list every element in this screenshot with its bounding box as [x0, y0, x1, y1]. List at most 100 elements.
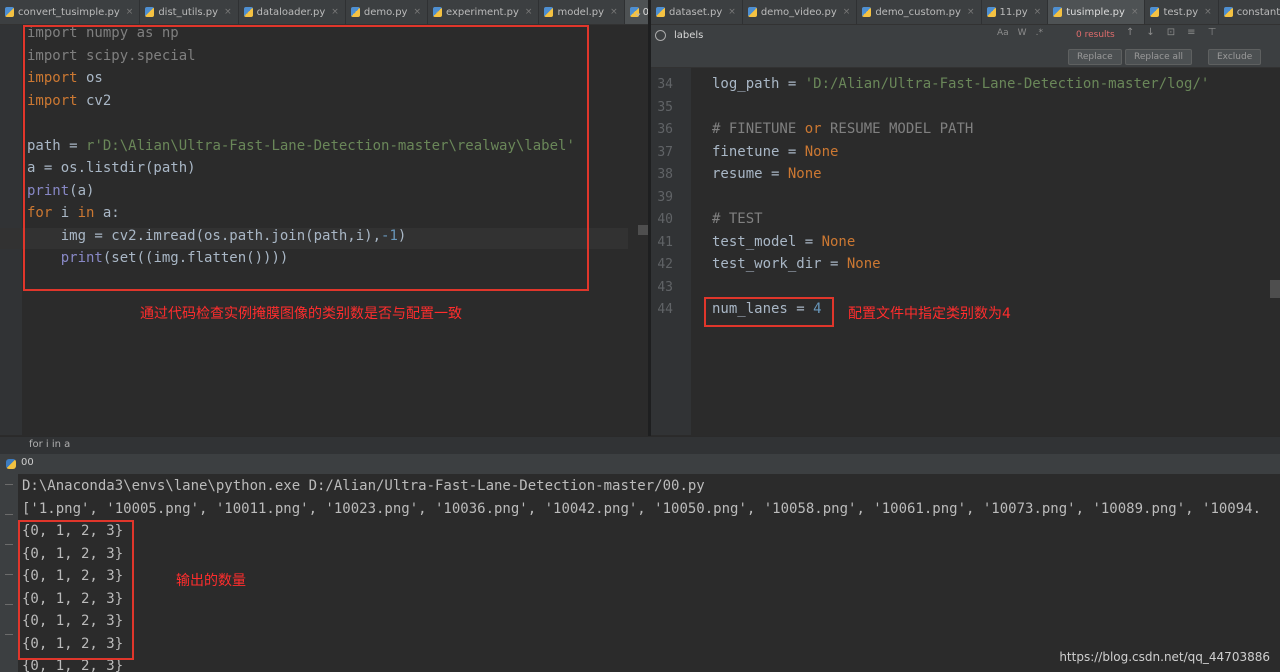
right-editor[interactable]: labels Aa W .* 0 results ↑ ↓ ⊡ ≡ ⊤ Replace Rep…	[651, 25, 1280, 435]
console-line: ['1.png', '10005.png', '10011.png', '100…	[22, 500, 1262, 517]
code-token: None	[804, 143, 839, 160]
tab-dataset-py[interactable]: dataset.py ×	[651, 0, 743, 24]
tab-test-py[interactable]: test.py ×	[1145, 0, 1219, 24]
python-file-icon	[5, 7, 14, 17]
code-token: RESUME MODEL PATH	[821, 121, 974, 137]
python-file-icon	[544, 7, 554, 17]
left-tab-bar: convert_tusimple.py × dist_utils.py × datalo…	[0, 0, 648, 25]
line-number: 44	[657, 302, 673, 317]
python-file-icon	[986, 7, 996, 17]
tab-label: test.py	[1163, 6, 1199, 18]
code-token: test_work_dir =	[712, 256, 847, 272]
run-toolbar	[0, 474, 18, 672]
find-input[interactable]: labels	[651, 25, 1047, 45]
left-editor[interactable]: import numpy as np import scipy.special im…	[0, 25, 648, 435]
toolbar-icon[interactable]	[5, 544, 13, 545]
tab-label: dataset.py	[669, 6, 723, 18]
close-icon[interactable]: ×	[610, 7, 618, 17]
find-option[interactable]: .*	[1036, 28, 1043, 38]
code-token: # TEST	[712, 211, 763, 227]
num-lanes-highlight-box	[704, 297, 834, 327]
line-number: 40	[657, 212, 673, 227]
run-tab-00[interactable]: 00	[21, 457, 34, 468]
python-file-icon	[747, 7, 757, 17]
tab-demo_video-py[interactable]: demo_video.py ×	[743, 0, 858, 24]
tab-list-chevron-icon[interactable]: ⌄	[628, 0, 648, 24]
code-token: # FINETUNE	[712, 121, 805, 137]
line-number: 34	[657, 77, 673, 92]
python-file-icon	[350, 7, 360, 17]
left-annotation: 通过代码检查实例掩膜图像的类别数是否与配置一致	[140, 306, 462, 322]
code-line: test_work_dir = None	[712, 256, 881, 272]
exclude-button[interactable]: Exclude	[1208, 49, 1262, 65]
code-line: finetune = None	[712, 144, 838, 160]
code-line: # FINETUNE or RESUME MODEL PATH	[712, 121, 973, 137]
close-icon[interactable]: ×	[126, 7, 134, 17]
search-icon	[655, 29, 666, 41]
close-icon[interactable]: ×	[967, 7, 975, 17]
python-file-icon	[145, 7, 155, 17]
close-icon[interactable]: ×	[1131, 7, 1139, 17]
python-file-icon	[243, 7, 253, 17]
close-icon[interactable]: ×	[1034, 7, 1042, 17]
tab-dist_utils-py[interactable]: dist_utils.py ×	[140, 0, 239, 24]
tab-demo-py[interactable]: demo.py ×	[346, 0, 429, 24]
find-nav-icon[interactable]: ↓	[1146, 27, 1154, 38]
toolbar-icon[interactable]	[5, 514, 13, 515]
replace-button[interactable]: Replace	[1068, 49, 1122, 65]
code-token: or	[804, 121, 822, 137]
python-file-icon	[1150, 7, 1160, 17]
close-icon[interactable]: ×	[331, 7, 339, 17]
python-file-icon	[1223, 7, 1233, 17]
close-icon[interactable]: ×	[224, 7, 232, 17]
toolbar-icon[interactable]	[5, 604, 13, 605]
find-results-count: 0 results	[1076, 30, 1115, 40]
tab-constant-py[interactable]: constant.py×	[1219, 0, 1280, 24]
close-icon[interactable]: ×	[525, 7, 533, 17]
line-number: 41	[657, 234, 673, 250]
find-nav-icon[interactable]: ⊤	[1208, 27, 1217, 38]
toolbar-icon[interactable]	[5, 484, 13, 485]
run-console[interactable]: D:\Anaconda3\envs\lane\python.exe D:/Ali…	[18, 474, 1280, 672]
breadcrumb[interactable]: for i in a	[0, 436, 1280, 454]
line-number: 39	[657, 189, 673, 205]
python-file-icon	[1053, 7, 1063, 17]
find-nav-icon[interactable]: ⊡	[1167, 27, 1175, 38]
find-nav-icon[interactable]: ↑	[1126, 27, 1134, 38]
tab-dataloader-py[interactable]: dataloader.py ×	[239, 0, 346, 24]
tab-demo_custom-py[interactable]: demo_custom.py ×	[857, 0, 982, 24]
line-number: 36	[657, 122, 673, 137]
console-annotation: 输出的数量	[176, 573, 246, 589]
close-icon[interactable]: ×	[728, 7, 736, 17]
tab-label: dataloader.py	[256, 6, 326, 18]
find-bar: labels Aa W .* 0 results ↑ ↓ ⊡ ≡ ⊤ Replace Rep…	[651, 25, 1280, 68]
tab-label: demo_custom.py	[875, 6, 961, 18]
find-option[interactable]: W	[1018, 28, 1027, 38]
close-icon[interactable]: ×	[1204, 7, 1212, 17]
console-line: {0, 1, 2, 3}	[22, 658, 124, 672]
code-token: None	[846, 256, 881, 272]
tab-11-py[interactable]: 11.py ×	[982, 0, 1049, 24]
close-icon[interactable]: ×	[843, 7, 851, 17]
tab-experiment-py[interactable]: experiment.py ×	[428, 0, 540, 24]
line-number: 37	[657, 144, 673, 160]
line-number: 38	[657, 167, 673, 182]
python-file-icon	[656, 7, 665, 17]
close-icon[interactable]: ×	[413, 7, 421, 17]
toolbar-icon[interactable]	[5, 574, 13, 575]
code-highlight-box	[23, 25, 589, 291]
tab-model-py[interactable]: model.py ×	[539, 0, 625, 24]
toolbar-icon[interactable]	[5, 634, 13, 635]
output-highlight-box	[18, 520, 134, 660]
scroll-marker	[638, 225, 648, 235]
line-number: 42	[657, 257, 673, 272]
find-option[interactable]: Aa	[997, 28, 1009, 38]
code-line: # TEST	[712, 211, 763, 227]
tab-label: demo_video.py	[760, 6, 837, 18]
tab-tusimple-py[interactable]: tusimple.py ×	[1048, 0, 1146, 24]
tab-convert_tusimple-py[interactable]: convert_tusimple.py ×	[0, 0, 141, 24]
tab-label: convert_tusimple.py	[18, 6, 120, 18]
replace-all-button[interactable]: Replace all	[1125, 49, 1192, 65]
find-nav-icon[interactable]: ≡	[1187, 27, 1195, 38]
tab-label: constant.py	[1236, 6, 1280, 18]
